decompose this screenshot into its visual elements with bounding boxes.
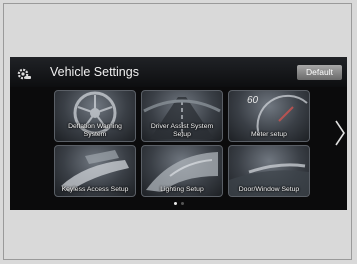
tile-label: Keyless Access Setup <box>61 186 129 193</box>
tile-label: Door/Window Setup <box>238 186 300 193</box>
meter-number: 60 <box>247 95 259 106</box>
page-dot-1[interactable] <box>173 202 177 205</box>
tile-label: Meter setup <box>251 131 287 138</box>
chevron-right-icon[interactable] <box>334 119 346 147</box>
tile-keyless-access[interactable]: Keyless Access Setup <box>54 145 136 197</box>
tile-label: Driver Assist System Setup <box>150 123 214 138</box>
tile-driver-assist[interactable]: Driver Assist System Setup <box>141 90 223 142</box>
vehicle-settings-screen: Vehicle Settings Default Deflation Warni… <box>10 57 347 210</box>
tile-lighting-setup[interactable]: Lighting Setup <box>141 145 223 197</box>
gear-car-icon <box>17 68 31 80</box>
tile-label: Deflation Warning System <box>68 123 122 138</box>
header-bar: Vehicle Settings Default <box>10 57 347 87</box>
pagination-dots <box>10 202 347 205</box>
tile-deflation-warning[interactable]: Deflation Warning System <box>54 90 136 142</box>
page-title: Vehicle Settings <box>50 65 139 79</box>
tile-label: Lighting Setup <box>160 186 204 193</box>
page-dot-2[interactable] <box>180 202 184 205</box>
default-button[interactable]: Default <box>297 65 342 80</box>
tile-door-window[interactable]: Door/Window Setup <box>228 145 310 197</box>
tile-meter-setup[interactable]: 60 Meter setup <box>228 90 310 142</box>
